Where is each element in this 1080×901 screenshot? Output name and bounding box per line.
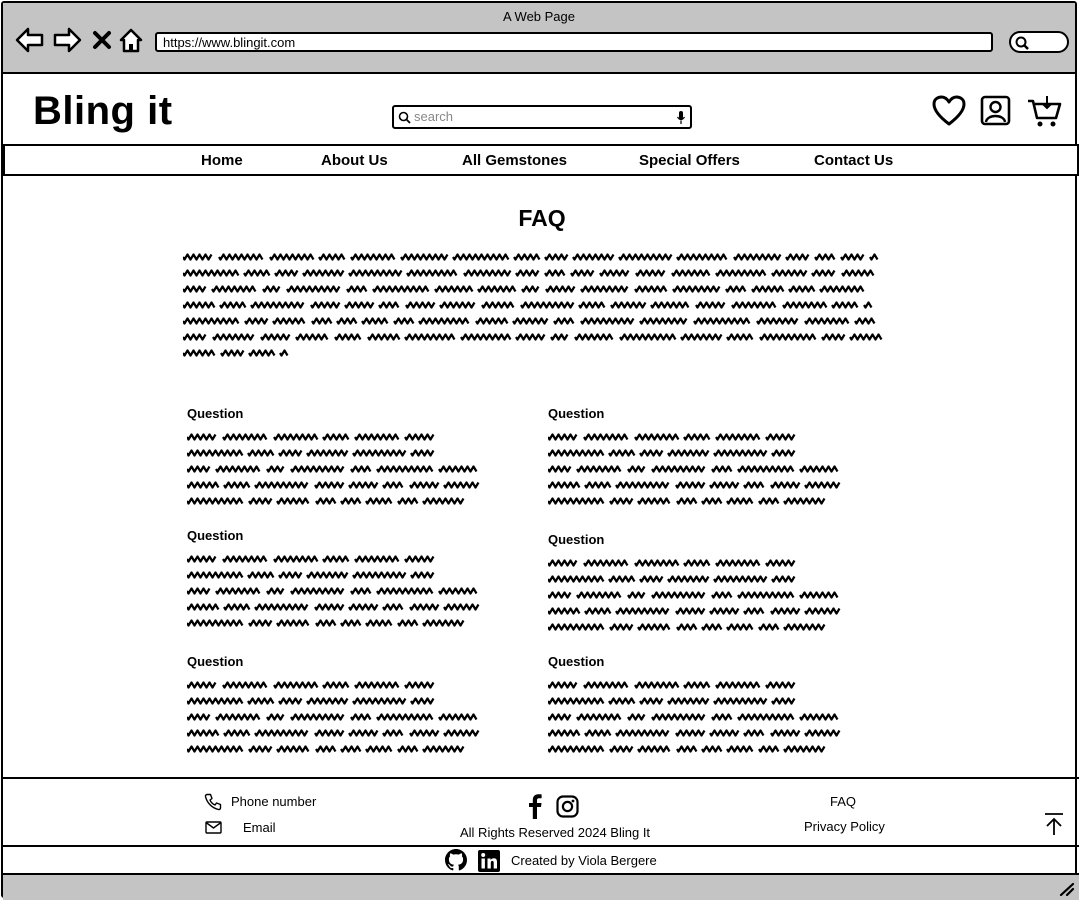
placeholder-text-line [548, 745, 826, 753]
faq-answer-text [187, 433, 480, 505]
footer-faq-link[interactable]: FAQ [830, 794, 856, 809]
placeholder-text-line [187, 433, 435, 441]
placeholder-text-line [548, 623, 826, 631]
browser-search-box[interactable] [1009, 31, 1069, 53]
faq-question-title: Question [187, 528, 244, 543]
email-label[interactable]: Email [243, 820, 276, 835]
faq-answer-text [548, 681, 841, 753]
search-input[interactable] [414, 109, 664, 124]
placeholder-text-line [183, 301, 873, 309]
placeholder-text-line [548, 559, 796, 567]
instagram-icon[interactable] [556, 795, 579, 818]
privacy-policy-link[interactable]: Privacy Policy [804, 819, 885, 834]
faq-question-title: Question [187, 654, 244, 669]
github-icon[interactable] [444, 848, 468, 872]
nav-link-about-us[interactable]: About Us [321, 152, 388, 169]
search-icon [398, 111, 411, 124]
resize-grip-icon[interactable] [1059, 882, 1075, 896]
placeholder-text-line [548, 681, 796, 689]
forward-arrow-icon[interactable] [52, 25, 82, 55]
placeholder-text-line [187, 587, 478, 595]
cart-icon[interactable] [1027, 95, 1063, 129]
nav-link-special-offers[interactable]: Special Offers [639, 152, 740, 169]
placeholder-text-line [548, 465, 839, 473]
browser-status-bar [3, 873, 1079, 900]
copyright-text: All Rights Reserved 2024 Bling It [460, 825, 651, 840]
main-navigation: Home About Us All Gemstones Special Offe… [3, 144, 1079, 176]
placeholder-text-line [187, 713, 478, 721]
facebook-icon[interactable] [527, 793, 543, 819]
placeholder-text-line [183, 269, 875, 277]
linkedin-icon[interactable] [477, 849, 501, 873]
placeholder-text-line [548, 607, 841, 615]
nav-link-home[interactable]: Home [201, 152, 243, 169]
browser-titlebar: A Web Page https://www.blingit.com [3, 3, 1075, 74]
placeholder-text-line [187, 465, 478, 473]
placeholder-text-line [548, 497, 826, 505]
faq-answer-text [548, 433, 841, 505]
placeholder-text-line [183, 253, 879, 261]
faq-question-title: Question [187, 406, 244, 421]
url-bar[interactable]: https://www.blingit.com [155, 32, 993, 52]
placeholder-text-line [187, 745, 465, 753]
placeholder-text-line [183, 317, 876, 325]
placeholder-text-line [548, 575, 796, 583]
microphone-icon[interactable] [676, 110, 686, 125]
faq-answer-text [187, 681, 480, 753]
search-icon [1015, 36, 1029, 50]
nav-link-contact-us[interactable]: Contact Us [814, 152, 893, 169]
placeholder-text-line [187, 619, 465, 627]
placeholder-text-line [187, 449, 435, 457]
heart-icon[interactable] [932, 95, 966, 127]
placeholder-text-line [187, 571, 435, 579]
nav-link-all-gemstones[interactable]: All Gemstones [462, 152, 567, 169]
window-title: A Web Page [502, 9, 576, 24]
placeholder-text-line [548, 729, 841, 737]
placeholder-text-line [187, 681, 435, 689]
placeholder-text-line [187, 555, 435, 563]
placeholder-text-line [187, 481, 480, 489]
placeholder-text-line [183, 333, 883, 341]
placeholder-text-line [548, 713, 839, 721]
placeholder-text-line [548, 697, 796, 705]
page-title: FAQ [518, 205, 566, 231]
mail-icon [205, 821, 222, 834]
user-icon[interactable] [980, 95, 1012, 127]
credit-text: Created by Viola Bergere [511, 853, 657, 868]
faq-question-title: Question [548, 654, 605, 669]
faq-intro-text [183, 253, 883, 357]
phone-number-label[interactable]: Phone number [231, 794, 316, 809]
faq-question-title: Question [548, 532, 605, 547]
site-logo[interactable]: Bling it [33, 89, 173, 134]
faq-question-title: Question [548, 406, 605, 421]
placeholder-text-line [548, 591, 839, 599]
back-to-top-icon[interactable] [1044, 812, 1064, 836]
placeholder-text-line [183, 285, 865, 293]
site-footer: Phone number Email All Rights Reserved 2… [3, 777, 1079, 847]
placeholder-text-line [183, 349, 289, 357]
placeholder-text-line [548, 449, 796, 457]
placeholder-text-line [187, 697, 435, 705]
placeholder-text-line [548, 433, 796, 441]
faq-answer-text [548, 559, 841, 631]
placeholder-text-line [187, 729, 480, 737]
placeholder-text-line [187, 497, 465, 505]
close-icon[interactable] [87, 25, 117, 55]
placeholder-text-line [548, 481, 841, 489]
back-arrow-icon[interactable] [15, 25, 45, 55]
home-icon[interactable] [116, 25, 146, 55]
site-search[interactable] [392, 105, 692, 129]
phone-icon [204, 793, 222, 811]
browser-window: A Web Page https://www.blingit.com Bling… [1, 1, 1079, 900]
placeholder-text-line [187, 603, 480, 611]
faq-answer-text [187, 555, 480, 627]
